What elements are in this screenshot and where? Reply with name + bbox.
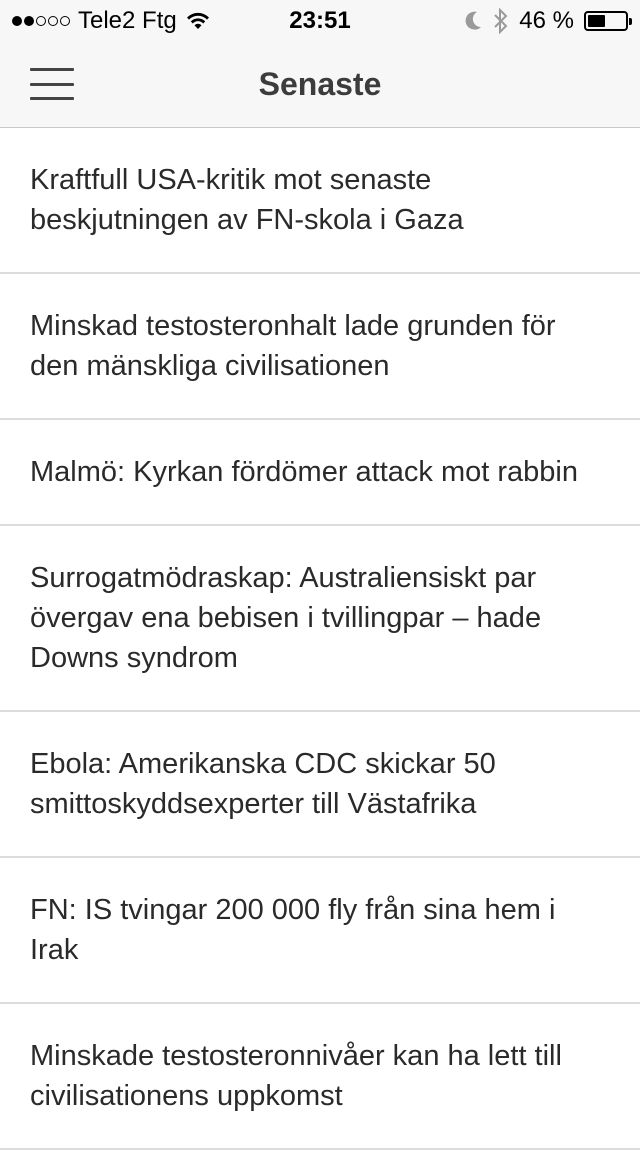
battery-level xyxy=(588,15,605,27)
bluetooth-icon xyxy=(494,8,508,34)
news-list-item[interactable]: Surrogatmödraskap: Australiensiskt par ö… xyxy=(0,526,640,712)
moon-icon xyxy=(465,11,482,30)
news-list-item[interactable]: Ebola: Amerikanska CDC skickar 50 smitto… xyxy=(0,712,640,858)
status-bar: Tele2 Ftg 23:51 46 % xyxy=(0,0,640,40)
navigation-bar: Senaste xyxy=(0,40,640,128)
battery-percentage: 46 % xyxy=(519,7,574,34)
news-list-item[interactable]: Malmö: Kyrkan fördömer attack mot rabbin xyxy=(0,420,640,526)
news-list-item[interactable]: Minskad testosteronhalt lade grunden för… xyxy=(0,274,640,420)
news-list-item[interactable]: Minskade testosteronnivåer kan ha lett t… xyxy=(0,1004,640,1150)
news-list-item[interactable]: Kraftfull USA-kritik mot senaste beskjut… xyxy=(0,128,640,274)
page-title: Senaste xyxy=(258,66,382,102)
news-list-item[interactable]: FN: IS tvingar 200 000 fly från sina hem… xyxy=(0,858,640,1004)
news-list: Kraftfull USA-kritik mot senaste beskjut… xyxy=(0,128,640,1150)
battery-icon xyxy=(584,11,632,31)
status-right: 46 % xyxy=(463,7,632,35)
